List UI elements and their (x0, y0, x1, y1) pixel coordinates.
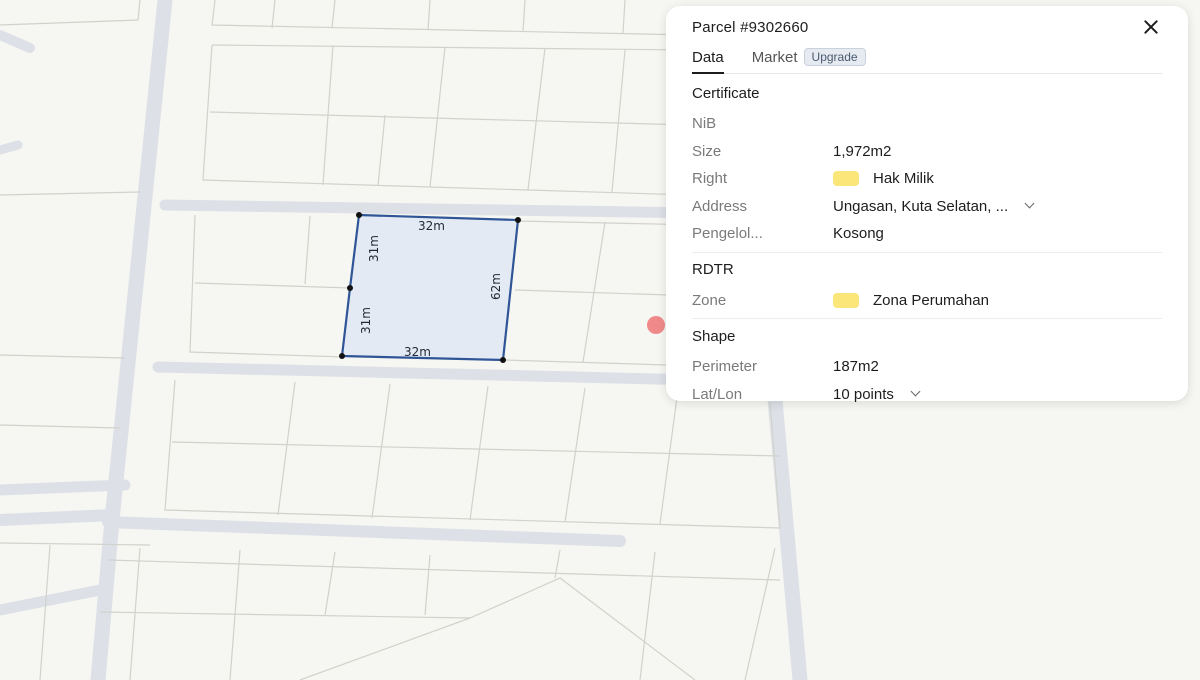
row-label: Size (692, 142, 722, 160)
tab-market-label: Market (751, 49, 798, 66)
row-value[interactable]: 10 points (833, 385, 921, 403)
parcel-title: Parcel #9302660 (692, 18, 809, 36)
row-label: Zone (692, 291, 727, 309)
row-address[interactable]: Address Ungasan, Kuta Selatan, ... (692, 193, 1162, 221)
edge-length-label: 62m (489, 273, 503, 300)
selected-parcel[interactable]: 32m 62m 32m 31m 31m (339, 212, 521, 363)
edge-length-label: 32m (418, 219, 445, 233)
edge-length-label: 31m (359, 307, 373, 334)
chevron-down-icon[interactable] (910, 386, 921, 397)
edge-length-label: 32m (404, 345, 431, 359)
row-right: Right Hak Milik (692, 165, 1162, 193)
row-label: Lat/Lon (692, 385, 743, 403)
panel-tabs: Data Market Upgrade (692, 44, 1162, 74)
row-nib: NiB (692, 110, 1162, 138)
row-value: Kosong (833, 225, 884, 243)
row-pengelola: Pengelol... Kosong (692, 220, 1162, 248)
right-value: Hak Milik (873, 170, 934, 188)
row-value: 1,972m2 (833, 142, 892, 160)
parcel-info-panel: Parcel #9302660 Data Market Upgrade Cert… (666, 6, 1188, 403)
row-value: Zona Perumahan (833, 292, 989, 309)
zone-value: Zona Perumahan (873, 291, 989, 309)
row-label: NiB (692, 115, 717, 133)
location-marker[interactable] (647, 316, 665, 334)
close-icon[interactable] (1140, 16, 1162, 38)
latlon-value: 10 points (833, 385, 894, 403)
row-value[interactable]: Ungasan, Kuta Selatan, ... (833, 197, 1035, 215)
section-title-shape: Shape (692, 327, 736, 345)
vertex-handle[interactable] (339, 353, 345, 359)
color-swatch (833, 171, 859, 187)
panel-header: Parcel #9302660 (692, 6, 1162, 44)
row-zone: Zone Zona Perumahan (692, 287, 1162, 315)
row-value: Hak Milik (833, 170, 934, 187)
row-label: Address (692, 197, 748, 215)
row-label: Pengelol... (692, 225, 763, 243)
row-perimeter: Perimeter 187m2 (692, 353, 1162, 381)
vertex-handle[interactable] (515, 217, 521, 223)
edge-length-label: 31m (367, 235, 381, 262)
row-label: Perimeter (692, 358, 758, 376)
tab-data[interactable]: Data (692, 49, 724, 74)
chevron-down-icon[interactable] (1024, 198, 1035, 209)
tab-market[interactable]: Market Upgrade (752, 48, 866, 73)
address-value: Ungasan, Kuta Selatan, ... (833, 197, 1009, 215)
row-size: Size 1,972m2 (692, 138, 1162, 166)
color-swatch (833, 292, 859, 308)
vertex-handle[interactable] (347, 285, 353, 291)
section-title-certificate: Certificate (692, 84, 760, 102)
vertex-handle[interactable] (500, 357, 506, 363)
upgrade-badge[interactable]: Upgrade (803, 48, 866, 66)
section-title-rdtr: RDTR (692, 261, 734, 278)
row-value: 187m2 (833, 358, 879, 376)
row-latlon[interactable]: Lat/Lon 10 points (692, 381, 1162, 409)
vertex-handle[interactable] (356, 212, 362, 218)
row-label: Right (692, 170, 728, 188)
